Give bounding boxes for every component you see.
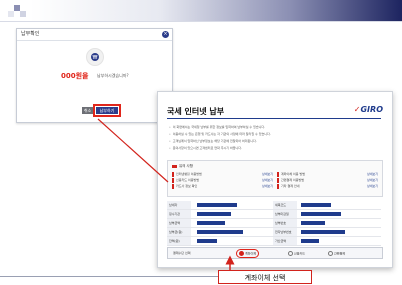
payment-method-label: 결제수단 선택 (173, 251, 191, 255)
detail-link[interactable]: 상세보기 (367, 178, 378, 183)
info-cell: 인터넷뱅킹 이용방법 상세보기 (172, 172, 273, 177)
form-value (197, 221, 225, 225)
radio-icon (328, 251, 333, 256)
title-divider (167, 118, 381, 119)
svg-text:₩: ₩ (93, 55, 98, 61)
giro-logo: ✓GIRO (353, 105, 383, 114)
info-cell: 카드사 정보 확인 상세보기 (172, 184, 273, 189)
info-cell: 간편결제 이용방법 상세보기 (277, 178, 378, 183)
top-banner (0, 0, 402, 22)
detail-link[interactable]: 상세보기 (262, 172, 273, 177)
payment-method-select: 결제수단 선택 계좌이체 신용카드 간편결제 (167, 247, 383, 259)
detail-link[interactable]: 상세보기 (367, 184, 378, 189)
form-row: 잔액(원) 가산금액 (167, 237, 381, 246)
bottom-divider (0, 276, 218, 277)
form-row: 납부금(원) 전자납부번호 (167, 228, 381, 237)
form-label: 전자납부번호 (273, 228, 297, 236)
close-icon[interactable]: × (162, 31, 169, 38)
payment-question: 납부하시겠습니까? (97, 73, 129, 78)
info-heading: 유의 사항 (172, 164, 193, 169)
form-label: 납부금액 (167, 219, 191, 227)
radio-credit-card[interactable]: 신용카드 (288, 251, 305, 256)
radio-icon (239, 251, 244, 256)
notice-item: 문의사항이 있으시면 고객센터로 연락 주시기 바랍니다. (169, 146, 381, 151)
pay-button[interactable]: 납부하기 (93, 104, 121, 117)
payment-form: 납세자 세목코드 징수기관 납부마감일 납부금액 납부번호 납부금(원) 전자납… (167, 201, 381, 246)
form-label: 납세자 (167, 201, 191, 209)
detail-link[interactable]: 상세보기 (367, 172, 378, 177)
form-value (197, 230, 243, 234)
form-value (197, 212, 231, 216)
info-cell: 기타 결제 안내 상세보기 (277, 184, 378, 189)
form-row: 납세자 세목코드 (167, 201, 381, 210)
radio-account-transfer[interactable]: 계좌이체 (235, 249, 260, 258)
form-value (197, 239, 217, 243)
form-value (301, 239, 319, 243)
cancel-button[interactable]: 취소 (82, 107, 93, 114)
banner-square (8, 11, 14, 17)
form-value (301, 212, 341, 216)
info-grid: 인터넷뱅킹 이용방법 상세보기 계좌이체 이용 방법 상세보기 신용카드 이용방법 상… (172, 172, 378, 189)
payment-amount: 000원을 (61, 72, 89, 80)
detail-link[interactable]: 상세보기 (262, 184, 273, 189)
form-value (301, 221, 325, 225)
dialog-title: 납부확인 (21, 31, 40, 37)
form-value (301, 203, 331, 207)
dialog-header: 납부확인 × (17, 29, 172, 41)
info-box: 유의 사항 인터넷뱅킹 이용방법 상세보기 계좌이체 이용 방법 상세보기 신용카드… (167, 160, 383, 197)
tax-payment-window: 국세 인터넷 납부 ✓GIRO 이 화면에서는 국세청 납부를 위한 정보를 입… (157, 91, 393, 268)
banner-square (20, 11, 26, 17)
form-label: 납부번호 (273, 219, 297, 227)
form-label: 납부금(원) (167, 228, 191, 236)
form-label: 가산금액 (273, 237, 297, 245)
notice-list: 이 화면에서는 국세청 납부를 위한 정보를 입력하여 납부하실 수 있습니다.… (169, 125, 381, 153)
radio-easy-pay[interactable]: 간편결제 (328, 251, 345, 256)
form-label: 세목코드 (273, 201, 297, 209)
form-label: 징수기관 (167, 210, 191, 218)
payment-confirm-dialog: 납부확인 × ₩ 000원을 납부하시겠습니까? 취소 납부하기 (16, 28, 173, 123)
form-label: 잔액(원) (167, 237, 191, 245)
form-value (301, 230, 345, 234)
form-value (197, 203, 237, 207)
info-cell: 신용카드 이용방법 상세보기 (172, 178, 273, 183)
notice-item: 고객님께서 입력하신 납부정보는 해당 기관에 전달되어 처리됩니다. (169, 139, 381, 144)
banner-divider (0, 21, 402, 22)
coin-icon: ₩ (86, 48, 104, 66)
detail-link[interactable]: 상세보기 (262, 178, 273, 183)
form-row: 징수기관 납부마감일 (167, 210, 381, 219)
form-label: 납부마감일 (273, 210, 297, 218)
radio-icon (288, 251, 293, 256)
banner-gradient (30, 0, 402, 22)
page-title: 국세 인터넷 납부 (167, 107, 225, 116)
notice-item: 이 화면에서는 국세청 납부를 위한 정보를 입력하여 납부하실 수 있습니다. (169, 125, 381, 130)
info-cell: 계좌이체 이용 방법 상세보기 (277, 172, 378, 177)
notice-item: 이용하실 수 있는 은행 및 카드사는 각 기관의 사정에 따라 달라질 수 있… (169, 132, 381, 137)
form-row: 납부금액 납부번호 (167, 219, 381, 228)
